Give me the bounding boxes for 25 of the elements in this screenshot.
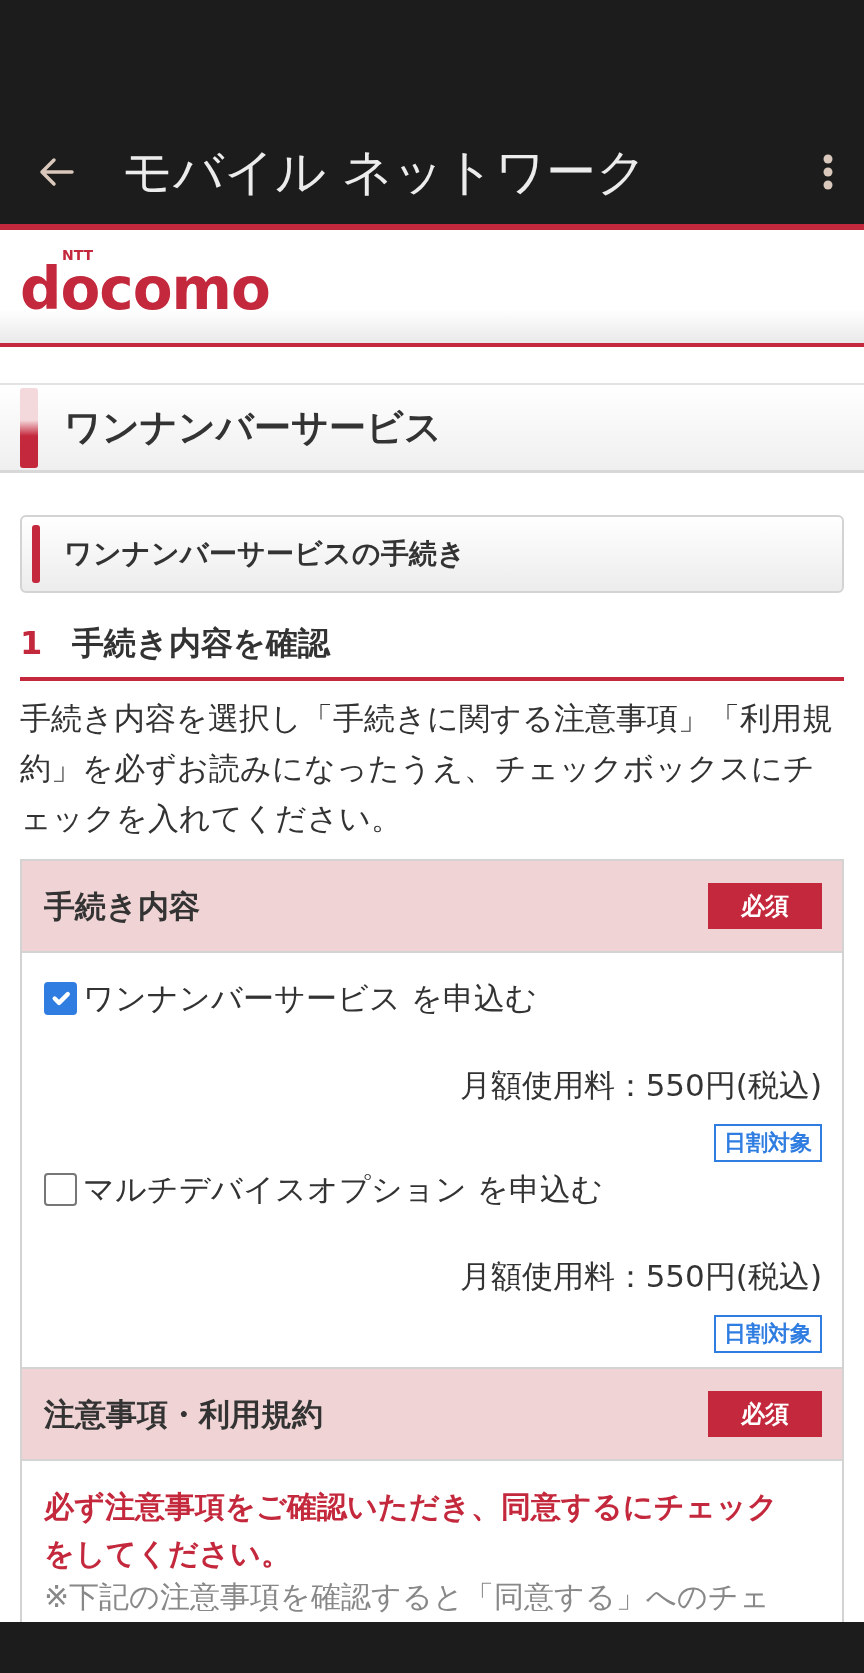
brand-logo[interactable]: docomo bbox=[20, 260, 270, 318]
page-title: ワンナンバーサービス bbox=[64, 404, 442, 451]
required-badge: 必須 bbox=[708, 1391, 822, 1437]
fee-text: 月額使用料：550円(税込) bbox=[458, 1065, 822, 1105]
note-text: ※下記の注意事項を確認すると「同意する」へのチェ bbox=[44, 1578, 772, 1616]
fee-text: 月額使用料：550円(税込) bbox=[458, 1256, 822, 1296]
instruction-text: 手続き内容を選択し「手続きに関する注意事項」「利用規約」を必ずお読みになったうえ、チェックボックスにチェックを入れてください。 bbox=[20, 699, 834, 838]
logo-mark-text: NTT bbox=[62, 248, 94, 262]
accent-bar bbox=[32, 525, 40, 583]
checkbox[interactable] bbox=[44, 1172, 77, 1206]
screen-title: モバイル ネットワーク bbox=[122, 141, 647, 203]
step-number: 1 bbox=[20, 623, 44, 664]
option-label[interactable]: マルチデバイスオプション を申込む bbox=[83, 1166, 603, 1213]
prorated-tag: 日割対象 bbox=[714, 1124, 822, 1162]
required-badge: 必須 bbox=[708, 883, 822, 929]
option-label[interactable]: ワンナンバーサービス を申込む bbox=[83, 975, 537, 1022]
panel-heading: 注意事項・利用規約 bbox=[44, 1394, 323, 1434]
section-title: ワンナンバーサービスの手続き bbox=[64, 536, 466, 572]
more-options-icon[interactable] bbox=[822, 154, 834, 190]
warning-text: 必ず注意事項をご確認いただき、同意するにチェックをしてください。 bbox=[44, 1488, 779, 1573]
back-arrow-icon[interactable] bbox=[38, 157, 74, 187]
step-title: 手続き内容を確認 bbox=[72, 623, 330, 664]
prorated-tag: 日割対象 bbox=[714, 1315, 822, 1353]
checkbox[interactable] bbox=[44, 981, 77, 1015]
panel-heading: 手続き内容 bbox=[44, 886, 200, 926]
